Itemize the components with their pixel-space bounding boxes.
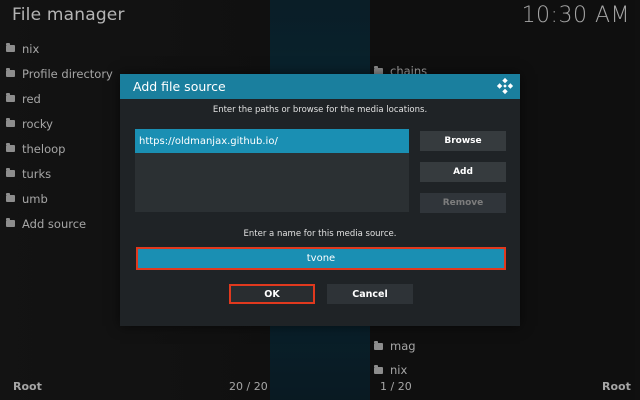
path-row[interactable]: https://oldmanjax.github.io/ [135, 129, 409, 153]
name-label: Enter a name for this media source. [243, 229, 397, 239]
add-file-source-dialog: Add file source Enter the paths or brows… [120, 74, 520, 326]
ok-button[interactable]: OK [229, 284, 315, 304]
paths-list: https://oldmanjax.github.io/ [135, 129, 409, 212]
cancel-button[interactable]: Cancel [327, 284, 413, 304]
remove-button[interactable]: Remove [420, 193, 506, 213]
source-name-field[interactable]: tvone [136, 247, 506, 270]
dialog-instructions: Enter the paths or browse for the media … [212, 105, 428, 115]
kodi-logo-icon [496, 77, 514, 95]
add-button[interactable]: Add [420, 162, 506, 182]
browse-button[interactable]: Browse [420, 131, 506, 151]
dialog-header: Add file source [120, 74, 520, 99]
dialog-title: Add file source [133, 79, 226, 94]
